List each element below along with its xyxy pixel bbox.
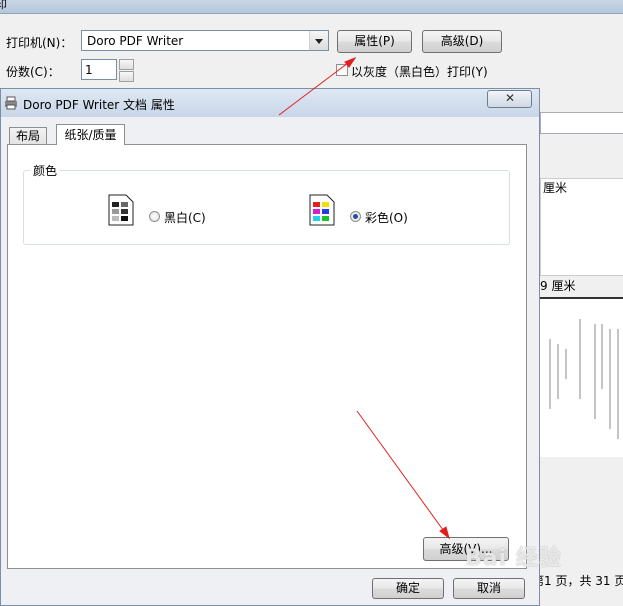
print-preview: [540, 297, 623, 457]
tab-paper-quality[interactable]: 纸张/质量: [56, 124, 125, 145]
print-dialog-titlebar: 印: [0, 0, 623, 14]
stepper-down-icon[interactable]: [119, 71, 134, 82]
properties-dialog-title: Doro PDF Writer 文档 属性: [23, 98, 175, 112]
copies-value: 1: [85, 63, 93, 77]
bw-radio[interactable]: [149, 211, 160, 222]
close-icon: ✕: [505, 91, 516, 105]
color-radio[interactable]: [350, 211, 361, 222]
grayscale-checkbox[interactable]: [336, 64, 348, 76]
print-advanced-button[interactable]: 高级(D): [422, 30, 502, 53]
copies-label: 份数(C)：: [6, 65, 60, 79]
close-button[interactable]: ✕: [487, 90, 532, 108]
copies-stepper[interactable]: [119, 59, 134, 82]
preview-page-icon: [549, 319, 619, 439]
cancel-button[interactable]: 取消: [453, 578, 525, 599]
stepper-up-icon[interactable]: [119, 59, 134, 70]
page-info: 第1 页，共 31 页: [532, 574, 623, 588]
paper-size-cm-2: 9 厘米: [540, 279, 576, 293]
color-group-label: 颜色: [30, 162, 61, 179]
properties-button[interactable]: 属性(P): [337, 30, 412, 53]
chevron-down-icon[interactable]: [309, 31, 328, 50]
color-group: [23, 170, 510, 245]
color-document-icon: [309, 194, 335, 229]
printer-label: 打印机(N)：: [6, 36, 73, 50]
bw-option-label: 黑白(C): [164, 211, 206, 225]
print-dialog-title-fragment: 印: [0, 0, 7, 11]
printer-select[interactable]: Doro PDF Writer: [81, 30, 329, 51]
copies-input[interactable]: 1: [81, 59, 117, 80]
color-option-label: 彩色(O): [365, 211, 408, 225]
printer-select-value: Doro PDF Writer: [87, 34, 184, 48]
grayscale-checkbox-label: 以灰度（黑白色）打印(Y): [351, 65, 488, 79]
print-right-field: [540, 112, 623, 134]
tab-layout[interactable]: 布局: [9, 127, 47, 145]
watermark: Bai 经验: [465, 546, 562, 571]
ok-button[interactable]: 确定: [372, 578, 444, 599]
paper-size-cm: 厘米: [543, 181, 568, 195]
printer-icon: [4, 96, 18, 113]
bw-document-icon: [108, 194, 134, 229]
